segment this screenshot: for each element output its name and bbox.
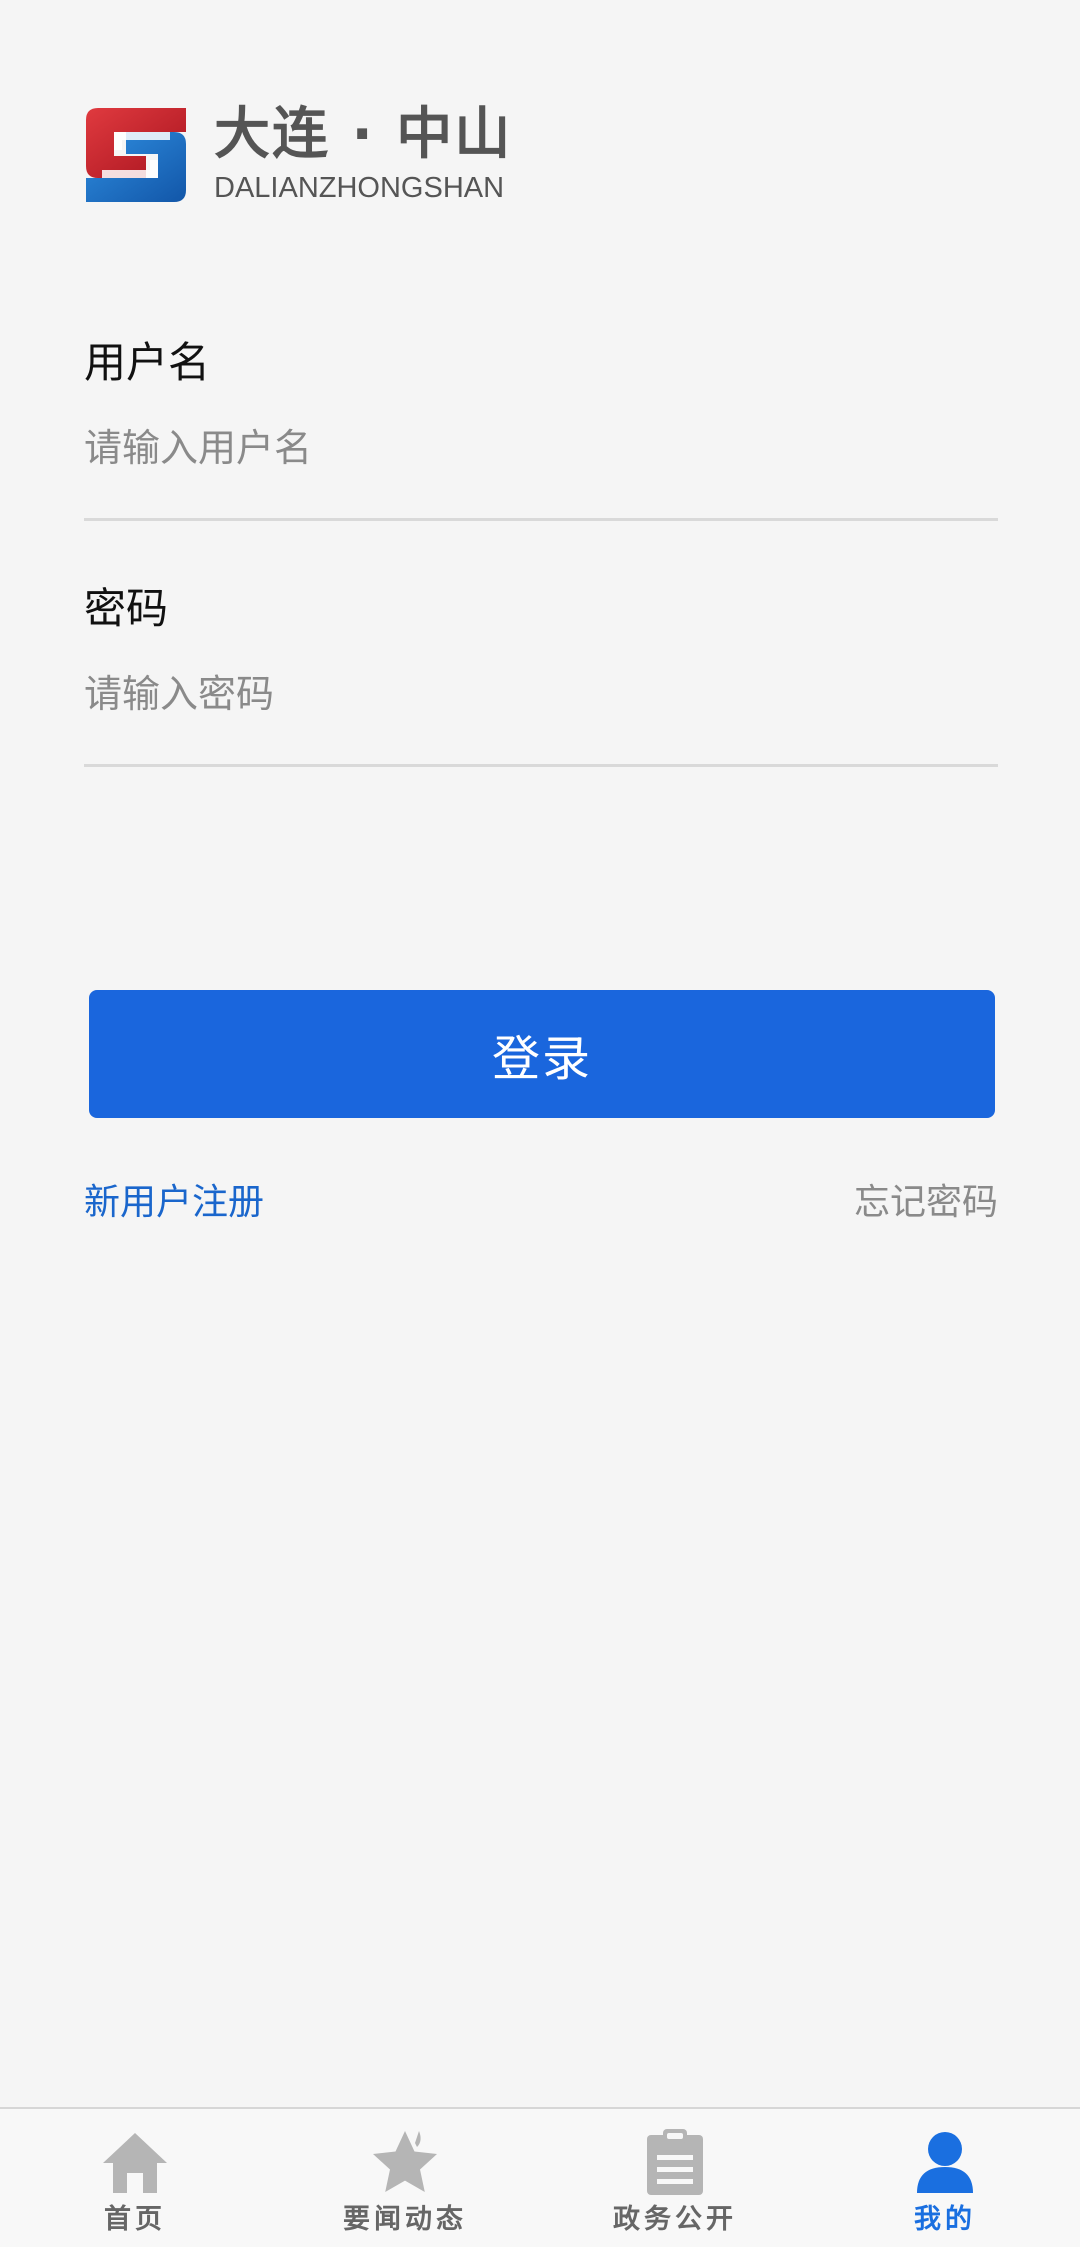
username-label: 用户名	[84, 338, 211, 387]
logo-chinese-name: 大连 · 中山	[214, 102, 513, 167]
tab-news[interactable]: 要闻动态	[305, 2127, 505, 2239]
username-input[interactable]	[84, 418, 998, 478]
tab-home-label: 首页	[104, 2204, 166, 2235]
bottom-tab-bar: 首页 要闻动态 政务公开 我的	[0, 2107, 1080, 2247]
dalian-zhongshan-logo-icon	[86, 108, 186, 202]
login-button[interactable]: 登录	[89, 990, 995, 1118]
tab-home[interactable]: 首页	[35, 2127, 235, 2239]
star-icon	[373, 2131, 437, 2192]
tab-government-affairs[interactable]: 政务公开	[575, 2127, 775, 2239]
tab-mine-label: 我的	[914, 2204, 976, 2235]
home-icon	[103, 2133, 167, 2193]
tab-government-affairs-label: 政务公开	[613, 2204, 737, 2235]
clipboard-icon	[647, 2129, 703, 2195]
register-link[interactable]: 新用户注册	[84, 1178, 264, 1228]
forgot-password-link[interactable]: 忘记密码	[854, 1178, 998, 1228]
logo-english-name: DALIANZHONGSHAN	[214, 172, 505, 204]
tab-news-label: 要闻动态	[343, 2204, 467, 2235]
password-input[interactable]	[84, 664, 998, 724]
password-label: 密码	[84, 584, 169, 633]
user-icon	[917, 2132, 973, 2193]
username-underline	[84, 518, 998, 521]
tab-mine[interactable]: 我的	[845, 2127, 1045, 2239]
logo-text: 大连 · 中山 DALIANZHONGSHAN	[214, 105, 512, 205]
password-underline	[84, 764, 998, 767]
app-logo: 大连 · 中山 DALIANZHONGSHAN	[84, 105, 512, 205]
